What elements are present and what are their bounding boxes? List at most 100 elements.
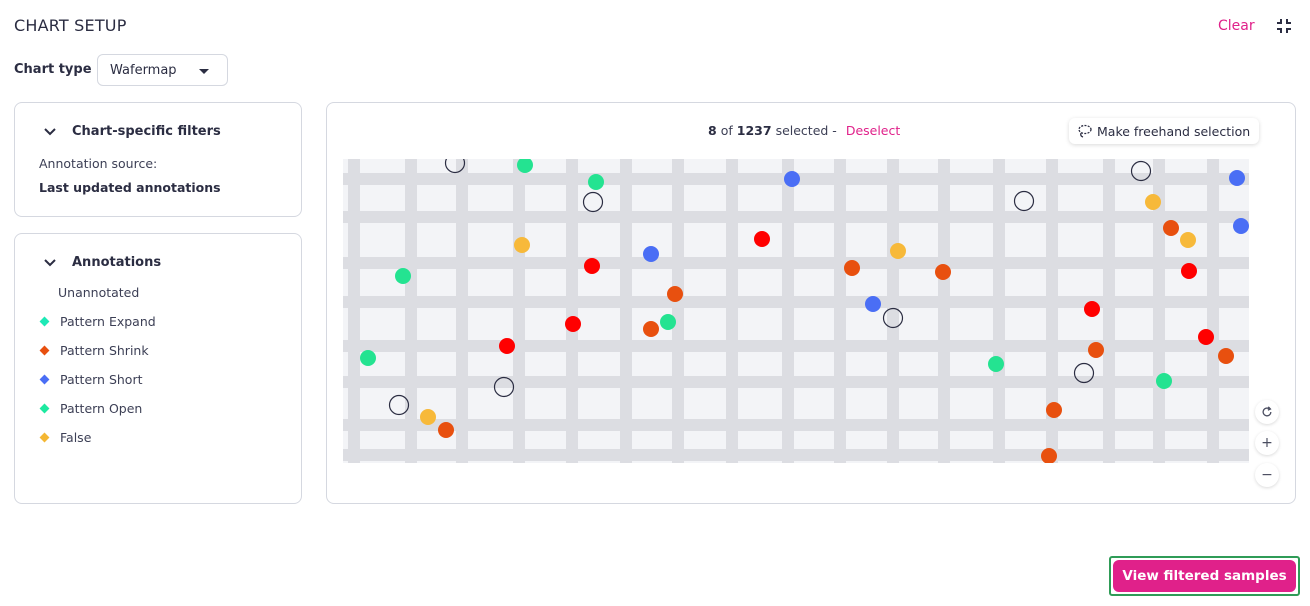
annotations-toggle[interactable]: Annotations: [43, 255, 161, 270]
view-filtered-samples-focus: View filtered samples: [1109, 556, 1300, 596]
selected-count: 8: [708, 123, 717, 138]
wafer-street-vertical: [1207, 159, 1219, 463]
wafer-street-horizontal: [343, 257, 1249, 269]
wafer-street-horizontal: [343, 419, 1249, 431]
wafer-point-shrink[interactable]: [1218, 348, 1234, 364]
wafer-point-false[interactable]: [514, 237, 530, 253]
wafer-point-false[interactable]: [1145, 194, 1161, 210]
annotation-label: Pattern Shrink: [60, 343, 149, 358]
wafer-point-open[interactable]: [1181, 263, 1197, 279]
total-count: 1237: [736, 123, 772, 138]
wafer-street-horizontal: [343, 296, 1249, 308]
diamond-icon: [39, 345, 50, 356]
diamond-icon: [39, 432, 50, 443]
diamond-icon: [39, 374, 50, 385]
wafer-point-expand[interactable]: [588, 174, 604, 190]
caret-down-icon: [199, 69, 209, 74]
collapse-icon[interactable]: [1274, 16, 1294, 36]
wafer-street-vertical: [620, 159, 632, 463]
annotations-panel: Annotations Unannotated Pattern Expand P…: [14, 233, 302, 504]
wafer-point-expand[interactable]: [395, 268, 411, 284]
annotation-label: Pattern Open: [60, 401, 143, 416]
wafer-point-open[interactable]: [584, 258, 600, 274]
wafer-point-open[interactable]: [499, 338, 515, 354]
wafer-point-shrink[interactable]: [1163, 220, 1179, 236]
wafer-point-shrink[interactable]: [438, 422, 454, 438]
wafer-point-open[interactable]: [754, 231, 770, 247]
chart-type-value: Wafermap: [110, 62, 177, 78]
wafer-point-false[interactable]: [890, 243, 906, 259]
wafer-street-vertical: [938, 159, 950, 463]
wafer-point-short[interactable]: [643, 246, 659, 262]
wafer-point-expand[interactable]: [360, 350, 376, 366]
minus-icon: −: [1261, 467, 1273, 483]
wafer-street-vertical: [566, 159, 578, 463]
wafer-street-vertical: [405, 159, 417, 463]
zoom-out-button[interactable]: −: [1255, 463, 1279, 487]
reset-zoom-button[interactable]: [1255, 400, 1279, 424]
wafer-point-shrink[interactable]: [643, 321, 659, 337]
annotation-item-unannotated[interactable]: Unannotated: [58, 285, 139, 300]
wafer-point-short[interactable]: [1229, 170, 1245, 186]
wafer-street-vertical: [456, 159, 468, 463]
wafer-point-shrink[interactable]: [1088, 342, 1104, 358]
wafer-point-shrink[interactable]: [844, 260, 860, 276]
wafer-street-vertical: [993, 159, 1005, 463]
annotation-item-pattern-open[interactable]: Pattern Open: [39, 401, 142, 416]
wafer-point-short[interactable]: [1233, 218, 1249, 234]
wafer-point-false[interactable]: [1180, 232, 1196, 248]
wafer-point-false[interactable]: [420, 409, 436, 425]
of-text: of: [720, 123, 733, 138]
zoom-in-button[interactable]: +: [1255, 431, 1279, 455]
wafer-point-expand[interactable]: [988, 356, 1004, 372]
deselect-button[interactable]: Deselect: [846, 123, 900, 138]
chevron-down-icon: [44, 258, 56, 266]
chart-filters-toggle[interactable]: Chart-specific filters: [43, 124, 221, 139]
annotation-label: Pattern Expand: [60, 314, 156, 329]
diamond-icon: [39, 316, 50, 327]
page-title: CHART SETUP: [14, 16, 127, 35]
wafer-point-open[interactable]: [1198, 329, 1214, 345]
refresh-icon: [1262, 406, 1272, 417]
wafer-street-vertical: [513, 159, 525, 463]
wafer-point-open[interactable]: [1084, 301, 1100, 317]
selected-text: selected -: [775, 123, 837, 138]
wafer-point-open[interactable]: [565, 316, 581, 332]
wafermap-chart-panel: 8 of 1237 selected - Deselect Make freeh…: [326, 102, 1296, 504]
annotation-source-label: Annotation source:: [39, 156, 158, 171]
wafer-point-short[interactable]: [784, 171, 800, 187]
annotation-label: Unannotated: [58, 285, 140, 300]
wafer-street-vertical: [782, 159, 794, 463]
wafer-street-horizontal: [343, 340, 1249, 352]
annotation-item-pattern-short[interactable]: Pattern Short: [39, 372, 143, 387]
freehand-selection-button[interactable]: Make freehand selection: [1069, 118, 1260, 144]
wafer-street-vertical: [1103, 159, 1115, 463]
lasso-icon: [1078, 124, 1092, 138]
chart-type-select[interactable]: Wafermap: [97, 54, 228, 86]
selection-info: 8 of 1237 selected - Deselect: [708, 123, 900, 138]
wafer-point-shrink[interactable]: [1046, 402, 1062, 418]
annotation-item-pattern-shrink[interactable]: Pattern Shrink: [39, 343, 149, 358]
wafer-street-vertical: [672, 159, 684, 463]
wafer-street-horizontal: [343, 376, 1249, 388]
plus-icon: +: [1261, 435, 1273, 451]
diamond-icon: [39, 403, 50, 414]
chart-filters-panel: Chart-specific filters Annotation source…: [14, 102, 302, 217]
wafer-point-shrink[interactable]: [667, 286, 683, 302]
wafer-street-vertical: [834, 159, 846, 463]
view-filtered-samples-button[interactable]: View filtered samples: [1113, 560, 1296, 592]
wafer-point-expand[interactable]: [1156, 373, 1172, 389]
wafer-point-short[interactable]: [865, 296, 881, 312]
annotation-source-value: Last updated annotations: [39, 180, 221, 195]
wafer-street-vertical: [726, 159, 738, 463]
wafer-point-shrink[interactable]: [935, 264, 951, 280]
annotation-item-pattern-expand[interactable]: Pattern Expand: [39, 314, 156, 329]
clear-button[interactable]: Clear: [1218, 18, 1255, 34]
wafer-street-horizontal: [343, 449, 1249, 461]
freehand-label: Make freehand selection: [1097, 123, 1251, 139]
chart-type-label: Chart type: [14, 62, 92, 77]
wafer-point-expand[interactable]: [660, 314, 676, 330]
wafermap-plot[interactable]: [343, 159, 1249, 463]
annotation-item-false[interactable]: False: [39, 430, 91, 445]
chevron-down-icon: [44, 127, 56, 135]
